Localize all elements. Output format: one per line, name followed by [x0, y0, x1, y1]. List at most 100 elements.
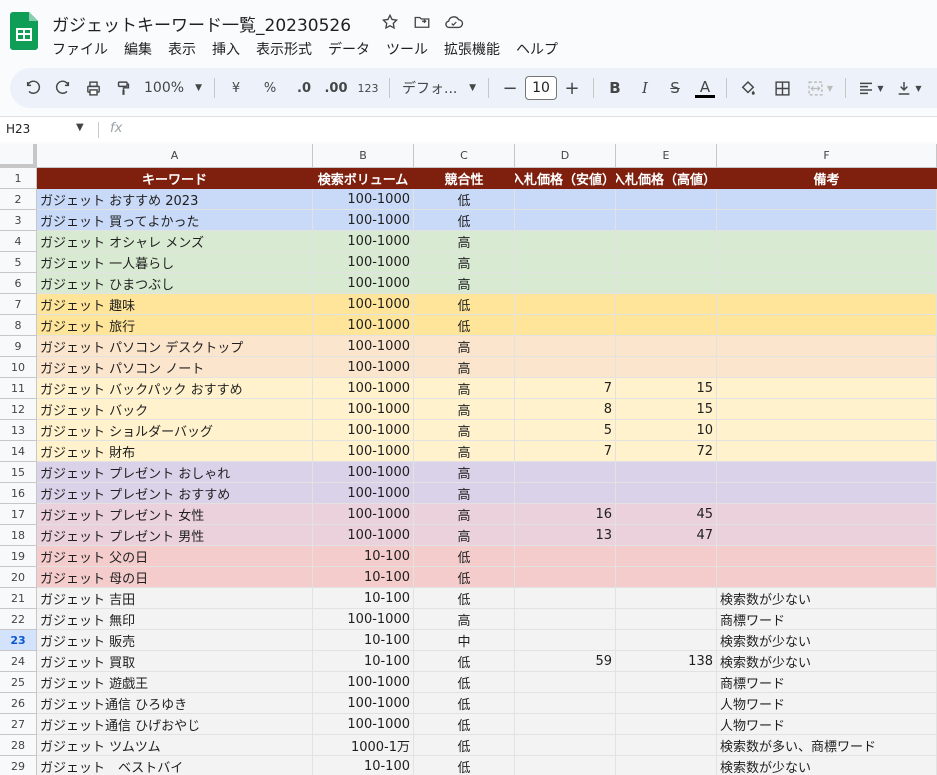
cell-competition[interactable]: 低	[414, 651, 515, 672]
menu-file[interactable]: ファイル	[52, 39, 108, 59]
row-header[interactable]: 17	[0, 504, 37, 525]
cell-note[interactable]	[717, 315, 937, 336]
cell-bid-low[interactable]	[515, 567, 616, 588]
cell-volume[interactable]: 10-100	[313, 630, 414, 651]
cell-note[interactable]: 人物ワード	[717, 714, 937, 735]
cell-bid-high[interactable]	[616, 630, 717, 651]
cell-bid-low[interactable]	[515, 693, 616, 714]
print-icon[interactable]	[78, 74, 108, 102]
cell-volume[interactable]: 10-100	[313, 546, 414, 567]
cell-bid-high[interactable]	[616, 336, 717, 357]
cell-bid-high[interactable]	[616, 357, 717, 378]
cell-keyword[interactable]: ガジェット バック	[37, 399, 313, 420]
column-header-f[interactable]: F	[717, 144, 937, 168]
cell-volume[interactable]: 100-1000	[313, 357, 414, 378]
cell-note[interactable]	[717, 336, 937, 357]
cell-volume[interactable]: 10-100	[313, 651, 414, 672]
header-cell-volume[interactable]: 検索ボリューム	[313, 168, 414, 189]
cell-competition[interactable]: 高	[414, 483, 515, 504]
cell-keyword[interactable]: ガジェット パソコン ノート	[37, 357, 313, 378]
cell-bid-high[interactable]	[616, 546, 717, 567]
fill-color-icon[interactable]	[733, 74, 763, 102]
header-cell-bid-high[interactable]: 入札価格（高値）	[616, 168, 717, 189]
cell-competition[interactable]: 低	[414, 756, 515, 775]
cell-note[interactable]: 商標ワード	[717, 609, 937, 630]
star-icon[interactable]	[380, 12, 400, 32]
menu-tools[interactable]: ツール	[386, 39, 428, 59]
cell-note[interactable]	[717, 546, 937, 567]
cell-volume[interactable]: 1000-1万	[313, 735, 414, 756]
cell-bid-low[interactable]	[515, 462, 616, 483]
menu-insert[interactable]: 挿入	[212, 39, 240, 59]
cell-competition[interactable]: 低	[414, 294, 515, 315]
cell-bid-high[interactable]	[616, 756, 717, 775]
align-left-icon[interactable]: ▼	[852, 74, 890, 102]
cell-keyword[interactable]: ガジェット おすすめ 2023	[37, 189, 313, 210]
cell-bid-high[interactable]	[616, 609, 717, 630]
cell-bid-low[interactable]	[515, 189, 616, 210]
row-header[interactable]: 22	[0, 609, 37, 630]
cell-note[interactable]	[717, 462, 937, 483]
cell-competition[interactable]: 高	[414, 231, 515, 252]
cell-competition[interactable]: 高	[414, 420, 515, 441]
cell-bid-low[interactable]	[515, 714, 616, 735]
cell-volume[interactable]: 100-1000	[313, 714, 414, 735]
cell-keyword[interactable]: ガジェット ショルダーバッグ	[37, 420, 313, 441]
document-title[interactable]: ガジェットキーワード一覧_20230526	[52, 11, 351, 36]
row-header[interactable]: 26	[0, 693, 37, 714]
cell-bid-low[interactable]	[515, 609, 616, 630]
cell-volume[interactable]: 100-1000	[313, 504, 414, 525]
cell-bid-low[interactable]	[515, 210, 616, 231]
increase-decimal-button[interactable]: .00	[321, 74, 351, 102]
cell-bid-high[interactable]: 45	[616, 504, 717, 525]
row-header[interactable]: 6	[0, 273, 37, 294]
cell-bid-low[interactable]	[515, 252, 616, 273]
cell-volume[interactable]: 10-100	[313, 567, 414, 588]
cell-note[interactable]	[717, 357, 937, 378]
cell-bid-high[interactable]	[616, 210, 717, 231]
cell-keyword[interactable]: ガジェット プレゼント おすすめ	[37, 483, 313, 504]
cell-bid-low[interactable]	[515, 273, 616, 294]
menu-format[interactable]: 表示形式	[256, 39, 312, 59]
cell-note[interactable]: 商標ワード	[717, 672, 937, 693]
menu-data[interactable]: データ	[328, 39, 370, 59]
cell-bid-low[interactable]: 5	[515, 420, 616, 441]
cell-bid-high[interactable]	[616, 252, 717, 273]
cell-competition[interactable]: 高	[414, 378, 515, 399]
cell-competition[interactable]: 高	[414, 462, 515, 483]
cell-volume[interactable]: 100-1000	[313, 693, 414, 714]
cell-keyword[interactable]: ガジェット プレゼント おしゃれ	[37, 462, 313, 483]
cell-keyword[interactable]: ガジェット 買取	[37, 651, 313, 672]
cell-note[interactable]	[717, 441, 937, 462]
merge-cells-icon[interactable]: ▼	[801, 74, 839, 102]
cell-bid-low[interactable]	[515, 294, 616, 315]
cell-volume[interactable]: 100-1000	[313, 294, 414, 315]
cell-volume[interactable]: 100-1000	[313, 441, 414, 462]
cell-note[interactable]	[717, 210, 937, 231]
column-header-e[interactable]: E	[616, 144, 717, 168]
menu-help[interactable]: ヘルプ	[516, 39, 558, 59]
move-to-folder-icon[interactable]	[412, 12, 432, 32]
cell-volume[interactable]: 100-1000	[313, 210, 414, 231]
cell-competition[interactable]: 低	[414, 672, 515, 693]
sheets-logo-icon[interactable]	[10, 12, 38, 50]
cell-keyword[interactable]: ガジェット プレゼント 男性	[37, 525, 313, 546]
cell-bid-high[interactable]	[616, 189, 717, 210]
cell-note[interactable]	[717, 567, 937, 588]
cell-volume[interactable]: 10-100	[313, 756, 414, 775]
menu-view[interactable]: 表示	[168, 39, 196, 59]
number-format-button[interactable]: 123	[353, 74, 383, 102]
cell-competition[interactable]: 低	[414, 567, 515, 588]
cell-note[interactable]	[717, 252, 937, 273]
cell-competition[interactable]: 低	[414, 735, 515, 756]
cell-keyword[interactable]: ガジェット 趣味	[37, 294, 313, 315]
cell-bid-low[interactable]	[515, 546, 616, 567]
cell-bid-low[interactable]	[515, 672, 616, 693]
column-header-d[interactable]: D	[515, 144, 616, 168]
increase-font-size-button[interactable]: +	[557, 74, 587, 102]
row-header[interactable]: 19	[0, 546, 37, 567]
undo-icon[interactable]	[18, 74, 48, 102]
cell-keyword[interactable]: ガジェット 無印	[37, 609, 313, 630]
cell-bid-low[interactable]	[515, 735, 616, 756]
cell-note[interactable]	[717, 378, 937, 399]
